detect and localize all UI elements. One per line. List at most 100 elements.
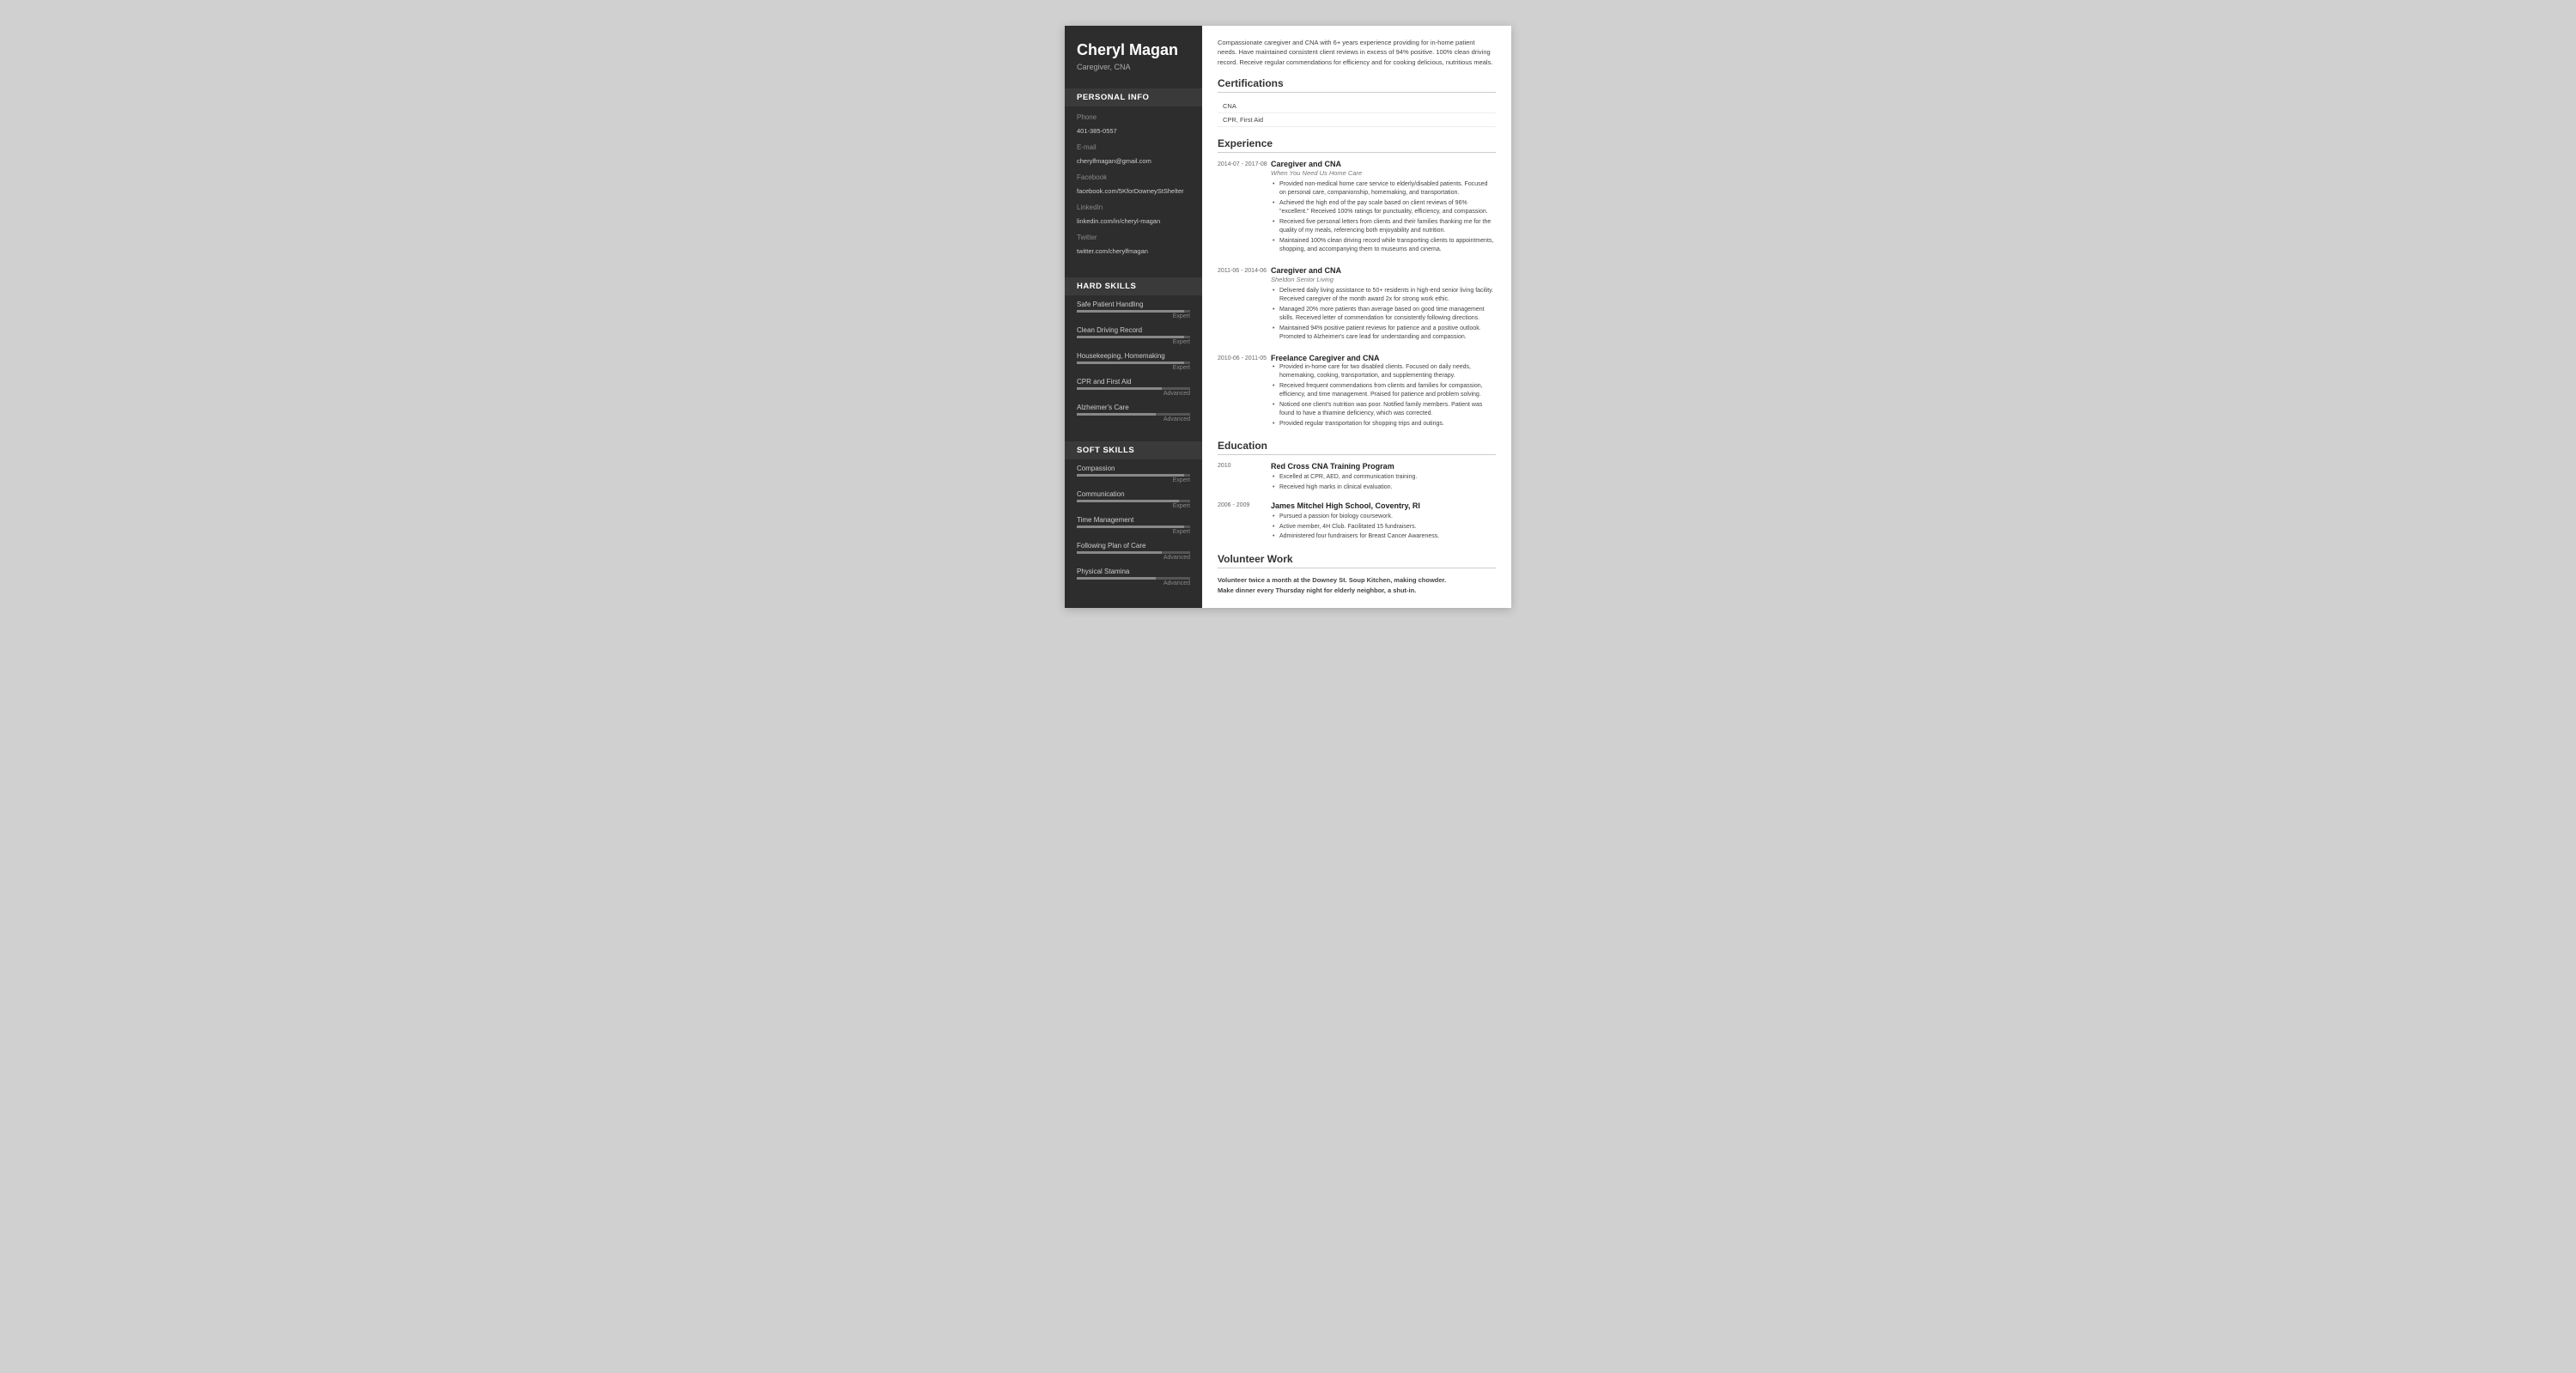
skill-bar-bg: [1077, 336, 1190, 338]
cert-row: CNA: [1218, 100, 1496, 113]
education-entry: 2010 Red Cross CNA Training Program Exce…: [1218, 462, 1496, 493]
skill-name: Alzheimer's Care: [1077, 404, 1190, 411]
info-label: Facebook: [1077, 173, 1190, 181]
info-item: Twitter twitter.com/cherylfmagan: [1077, 234, 1190, 258]
volunteer-title: Volunteer Work: [1218, 553, 1496, 568]
skill-name: Housekeeping, Homemaking: [1077, 352, 1190, 360]
cert-value: CPR, First Aid: [1218, 112, 1496, 126]
info-item: E-mailcherylfmagan@gmail.com: [1077, 143, 1190, 167]
experience-title: Experience: [1218, 137, 1496, 153]
skill-bar-bg: [1077, 551, 1190, 554]
exp-title: Caregiver and CNA: [1271, 266, 1496, 275]
experience-container: 2014-07 - 2017-08 Caregiver and CNA When…: [1218, 160, 1496, 430]
exp-title: Freelance Caregiver and CNA: [1271, 354, 1496, 362]
exp-bullet: Delivered daily living assistance to 50+…: [1271, 287, 1496, 305]
skill-level: Advanced: [1077, 580, 1190, 586]
skill-bar-fill: [1077, 387, 1162, 390]
skill-name: CPR and First Aid: [1077, 378, 1190, 386]
experience-entry: 2014-07 - 2017-08 Caregiver and CNA When…: [1218, 160, 1496, 256]
exp-bullets: Delivered daily living assistance to 50+…: [1271, 287, 1496, 343]
info-item: Phone401-385-0557: [1077, 113, 1190, 137]
edu-date: 2010: [1218, 462, 1271, 493]
skill-level: Expert: [1077, 313, 1190, 319]
exp-bullet: Maintained 100% clean driving record whi…: [1271, 237, 1496, 255]
soft-skills-block: Compassion Expert Communication Expert T…: [1065, 459, 1202, 598]
exp-date: 2014-07 - 2017-08: [1218, 160, 1271, 256]
candidate-name: Cheryl Magan: [1077, 41, 1190, 60]
exp-bullet: Provided regular transportation for shop…: [1271, 420, 1496, 429]
edu-date: 2006 - 2009: [1218, 501, 1271, 543]
exp-bullet: Maintained 94% positive patient reviews …: [1271, 325, 1496, 343]
exp-bullets: Provided in-home care for two disabled c…: [1271, 363, 1496, 429]
info-value: linkedin.com/in/cheryl-magan: [1077, 217, 1160, 225]
skill-name: Time Management: [1077, 516, 1190, 524]
exp-bullet: Received five personal letters from clie…: [1271, 218, 1496, 236]
main-content: Compassionate caregiver and CNA with 6+ …: [1202, 26, 1511, 608]
skill-level: Advanced: [1077, 555, 1190, 561]
skill-level: Expert: [1077, 365, 1190, 371]
skill-bar-fill: [1077, 526, 1184, 528]
candidate-title: Caregiver, CNA: [1077, 63, 1190, 71]
edu-bullet: Pursued a passion for biology coursework…: [1271, 513, 1496, 522]
skill-item: Following Plan of Care Advanced: [1077, 542, 1190, 561]
skill-bar-bg: [1077, 387, 1190, 390]
skill-level: Expert: [1077, 529, 1190, 535]
exp-company: Sheldon Senior Living: [1271, 276, 1496, 283]
exp-bullet: Noticed one client's nutrition was poor.…: [1271, 401, 1496, 419]
skill-bar-fill: [1077, 500, 1179, 502]
edu-content: Red Cross CNA Training Program Excelled …: [1271, 462, 1496, 493]
skill-bar-bg: [1077, 577, 1190, 580]
info-label: E-mail: [1077, 143, 1190, 151]
experience-entry: 2011-06 - 2014-06 Caregiver and CNA Shel…: [1218, 266, 1496, 343]
cert-row: CPR, First Aid: [1218, 112, 1496, 126]
skill-bar-fill: [1077, 551, 1162, 554]
skill-bar-fill: [1077, 336, 1184, 338]
info-label: Twitter: [1077, 234, 1190, 241]
edu-bullet: Excelled at CPR, AED, and communication …: [1271, 473, 1496, 483]
volunteer-item: Make dinner every Thursday night for eld…: [1218, 586, 1496, 596]
skill-bar-fill: [1077, 413, 1156, 416]
info-item: Facebook facebook.com/5KforDowneyStShelte…: [1077, 173, 1190, 197]
edu-bullets: Excelled at CPR, AED, and communication …: [1271, 473, 1496, 492]
skill-name: Following Plan of Care: [1077, 542, 1190, 550]
exp-bullet: Provided in-home care for two disabled c…: [1271, 363, 1496, 381]
exp-company: When You Need Us Home Care: [1271, 169, 1496, 177]
info-label: LinkedIn: [1077, 204, 1190, 211]
skill-item: CPR and First Aid Advanced: [1077, 378, 1190, 397]
skill-bar-fill: [1077, 310, 1184, 313]
education-title: Education: [1218, 440, 1496, 455]
skill-level: Advanced: [1077, 391, 1190, 397]
edu-content: James Mitchel High School, Coventry, RI …: [1271, 501, 1496, 543]
edu-title: Red Cross CNA Training Program: [1271, 462, 1496, 471]
exp-date: 2010-06 - 2011-05: [1218, 354, 1271, 430]
skill-bar-fill: [1077, 577, 1156, 580]
skill-level: Expert: [1077, 339, 1190, 345]
info-label: Phone: [1077, 113, 1190, 121]
skill-item: Clean Driving Record Expert: [1077, 326, 1190, 345]
skill-bar-fill: [1077, 474, 1184, 477]
hard-skills-block: Safe Patient Handling Expert Clean Drivi…: [1065, 295, 1202, 434]
skill-bar-fill: [1077, 361, 1184, 364]
info-value: facebook.com/5KforDowneyStShelter: [1077, 187, 1184, 195]
skill-item: Safe Patient Handling Expert: [1077, 301, 1190, 319]
skill-name: Compassion: [1077, 465, 1190, 472]
exp-bullet: Provided non-medical home care service t…: [1271, 180, 1496, 198]
edu-bullet: Administered four fundraisers for Breast…: [1271, 532, 1496, 542]
skill-level: Expert: [1077, 477, 1190, 483]
info-value: twitter.com/cherylfmagan: [1077, 247, 1148, 255]
exp-title: Caregiver and CNA: [1271, 160, 1496, 168]
skill-item: Alzheimer's Care Advanced: [1077, 404, 1190, 422]
personal-info-block: Phone401-385-0557 E-mailcherylfmagan@gmai…: [1065, 106, 1202, 270]
skill-bar-bg: [1077, 474, 1190, 477]
edu-bullets: Pursued a passion for biology coursework…: [1271, 513, 1496, 542]
edu-bullet: Received high marks in clinical evaluati…: [1271, 483, 1496, 493]
exp-content: Caregiver and CNA Sheldon Senior Living …: [1271, 266, 1496, 343]
sidebar-header: Cheryl Magan Caregiver, CNA: [1065, 26, 1202, 82]
skill-bar-bg: [1077, 361, 1190, 364]
experience-entry: 2010-06 - 2011-05 Freelance Caregiver an…: [1218, 354, 1496, 430]
skill-item: Compassion Expert: [1077, 465, 1190, 483]
cert-value: CNA: [1218, 100, 1496, 113]
skill-level: Advanced: [1077, 416, 1190, 422]
certifications-table: CNACPR, First Aid: [1218, 100, 1496, 127]
skill-item: Physical Stamina Advanced: [1077, 568, 1190, 586]
